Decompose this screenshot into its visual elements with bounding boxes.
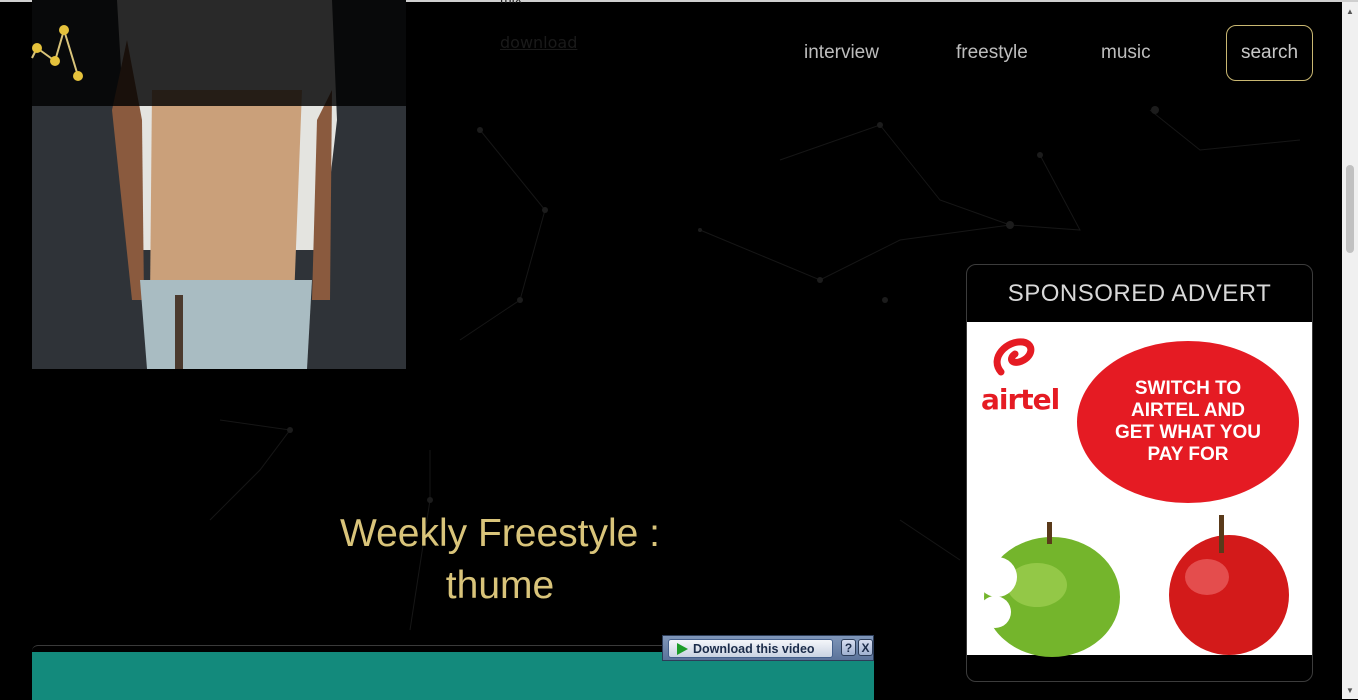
nav-link-music[interactable]: music — [1101, 25, 1151, 81]
nav-link-interview[interactable]: interview — [804, 25, 879, 81]
play-icon — [677, 642, 688, 655]
download-link[interactable]: download — [500, 33, 577, 52]
ad-brand-text: airtel — [981, 383, 1060, 416]
ad-heading: SPONSORED ADVERT — [1007, 279, 1272, 307]
airtel-ad-image[interactable]: airtel SWITCH TO AIRTEL AND GET WHAT YOU… — [967, 322, 1312, 657]
download-video-label: Download this video — [693, 641, 815, 656]
post-title: Weekly Freestyle : thume — [300, 508, 700, 612]
scrollbar-thumb[interactable] — [1346, 165, 1354, 253]
ad-line-3: GET WHAT YOU — [1114, 422, 1262, 443]
nav-link-freestyle[interactable]: freestyle — [956, 25, 1028, 81]
post-featured-image — [32, 0, 406, 369]
search-button[interactable]: search — [1226, 25, 1313, 81]
post-title-line-1: Weekly Freestyle : — [339, 512, 661, 555]
page-scrollbar[interactable]: ▲ ▼ — [1342, 2, 1358, 699]
video-download-toolbar: Download this video ? X — [662, 635, 874, 661]
ad-line-1: SWITCH TO — [1134, 378, 1242, 399]
arrow-up-icon[interactable]: ▲ — [1342, 4, 1358, 18]
post-meta-text: mix — [500, 0, 522, 6]
sponsored-advert-card: SPONSORED ADVERT airtel SWITCH TO AIRTEL… — [966, 264, 1313, 682]
airtel-swirl-logo-icon — [993, 338, 1035, 376]
post-title-line-2: thume — [445, 564, 555, 607]
ad-line-2: AIRTEL AND — [1131, 400, 1245, 421]
ad-line-4: PAY FOR — [1147, 444, 1229, 465]
download-video-button[interactable]: Download this video — [668, 639, 833, 658]
ad-apples-illustration — [977, 515, 1289, 657]
close-button[interactable]: X — [858, 639, 873, 656]
help-button[interactable]: ? — [841, 639, 856, 656]
image-top-overlay — [32, 0, 406, 106]
constellation-logo-icon[interactable] — [28, 22, 88, 84]
ad-speech-bubble: SWITCH TO AIRTEL AND GET WHAT YOU PAY FO… — [1077, 341, 1299, 503]
arrow-down-icon[interactable]: ▼ — [1342, 683, 1358, 697]
